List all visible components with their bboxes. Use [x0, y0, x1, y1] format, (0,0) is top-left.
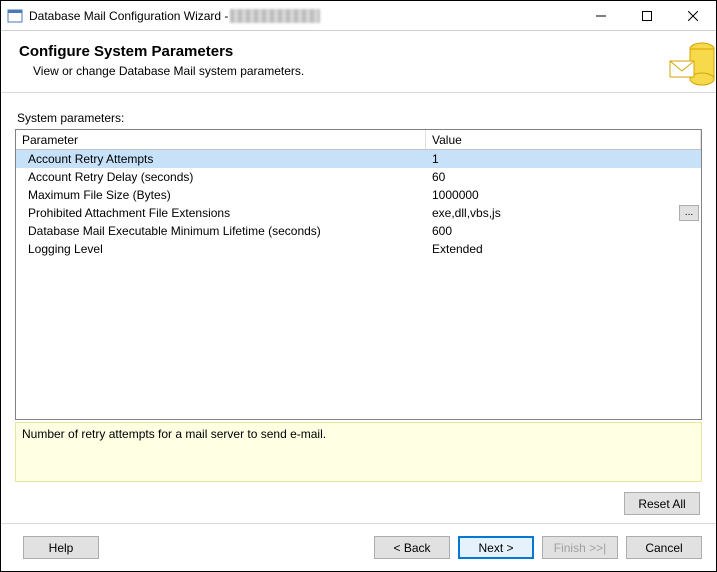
header-graphic-icon — [668, 35, 716, 91]
parameter-value-cell[interactable]: 1000000 — [426, 188, 701, 202]
parameter-value: 600 — [432, 224, 452, 238]
page-subtitle: View or change Database Mail system para… — [33, 64, 702, 78]
parameters-grid[interactable]: Parameter Value Account Retry Attempts1A… — [15, 129, 702, 420]
table-row[interactable]: Maximum File Size (Bytes) 1000000 — [16, 186, 701, 204]
parameter-value: 1000000 — [432, 188, 479, 202]
parameter-value-cell[interactable]: Extended — [426, 242, 701, 256]
minimize-button[interactable] — [578, 1, 624, 30]
parameter-value: 60 — [432, 170, 445, 184]
table-row[interactable]: Account Retry Attempts 1 — [16, 150, 701, 168]
parameter-description: Number of retry attempts for a mail serv… — [15, 422, 702, 482]
next-button[interactable]: Next > — [458, 536, 534, 559]
parameter-name-cell: Maximum File Size (Bytes) — [16, 188, 426, 202]
parameter-name-cell: Account Retry Delay (seconds) — [16, 170, 426, 184]
column-header-parameter[interactable]: Parameter — [16, 130, 426, 149]
page-title: Configure System Parameters — [19, 43, 702, 60]
wizard-footer: Help < Back Next > Finish >>| Cancel — [1, 523, 716, 571]
description-text: Number of retry attempts for a mail serv… — [22, 427, 326, 441]
parameter-name-cell: Database Mail Executable Minimum Lifetim… — [16, 224, 426, 238]
column-header-value[interactable]: Value — [426, 130, 701, 149]
window-title-redacted — [230, 9, 320, 23]
ellipsis-button[interactable]: ... — [679, 205, 699, 221]
maximize-button[interactable] — [624, 1, 670, 30]
table-row[interactable]: Account Retry Delay (seconds) 60 — [16, 168, 701, 186]
table-row[interactable]: Logging Level Extended — [16, 240, 701, 258]
parameter-value-cell[interactable]: 1 — [426, 152, 701, 166]
wizard-body: System parameters: Parameter Value Accou… — [1, 93, 716, 523]
wizard-window: Database Mail Configuration Wizard - Con… — [0, 0, 717, 572]
window-controls — [578, 1, 716, 30]
table-row[interactable]: Database Mail Executable Minimum Lifetim… — [16, 222, 701, 240]
parameter-value-cell[interactable]: 60 — [426, 170, 701, 184]
parameter-value-cell[interactable]: exe,dll,vbs,js... — [426, 205, 701, 221]
parameter-value-cell[interactable]: 600 — [426, 224, 701, 238]
reset-all-button[interactable]: Reset All — [624, 492, 700, 515]
parameter-name-cell: Prohibited Attachment File Extensions — [16, 206, 426, 220]
wizard-header: Configure System Parameters View or chan… — [1, 31, 716, 92]
back-button[interactable]: < Back — [374, 536, 450, 559]
cancel-button[interactable]: Cancel — [626, 536, 702, 559]
parameter-name-cell: Logging Level — [16, 242, 426, 256]
table-row[interactable]: Prohibited Attachment File Extensionsexe… — [16, 204, 701, 222]
app-icon — [7, 8, 23, 24]
grid-body: Account Retry Attempts 1 Account Retry Del… — [16, 150, 701, 419]
grid-header: Parameter Value — [16, 130, 701, 150]
parameter-value: Extended — [432, 242, 483, 256]
parameter-value: exe,dll,vbs,js — [432, 206, 501, 220]
close-button[interactable] — [670, 1, 716, 30]
parameter-value: 1 — [432, 152, 439, 166]
window-title: Database Mail Configuration Wizard - — [29, 9, 228, 23]
titlebar[interactable]: Database Mail Configuration Wizard - — [1, 1, 716, 31]
help-button[interactable]: Help — [23, 536, 99, 559]
parameter-name-cell: Account Retry Attempts — [16, 152, 426, 166]
system-parameters-label: System parameters: — [17, 111, 702, 125]
finish-button: Finish >>| — [542, 536, 618, 559]
